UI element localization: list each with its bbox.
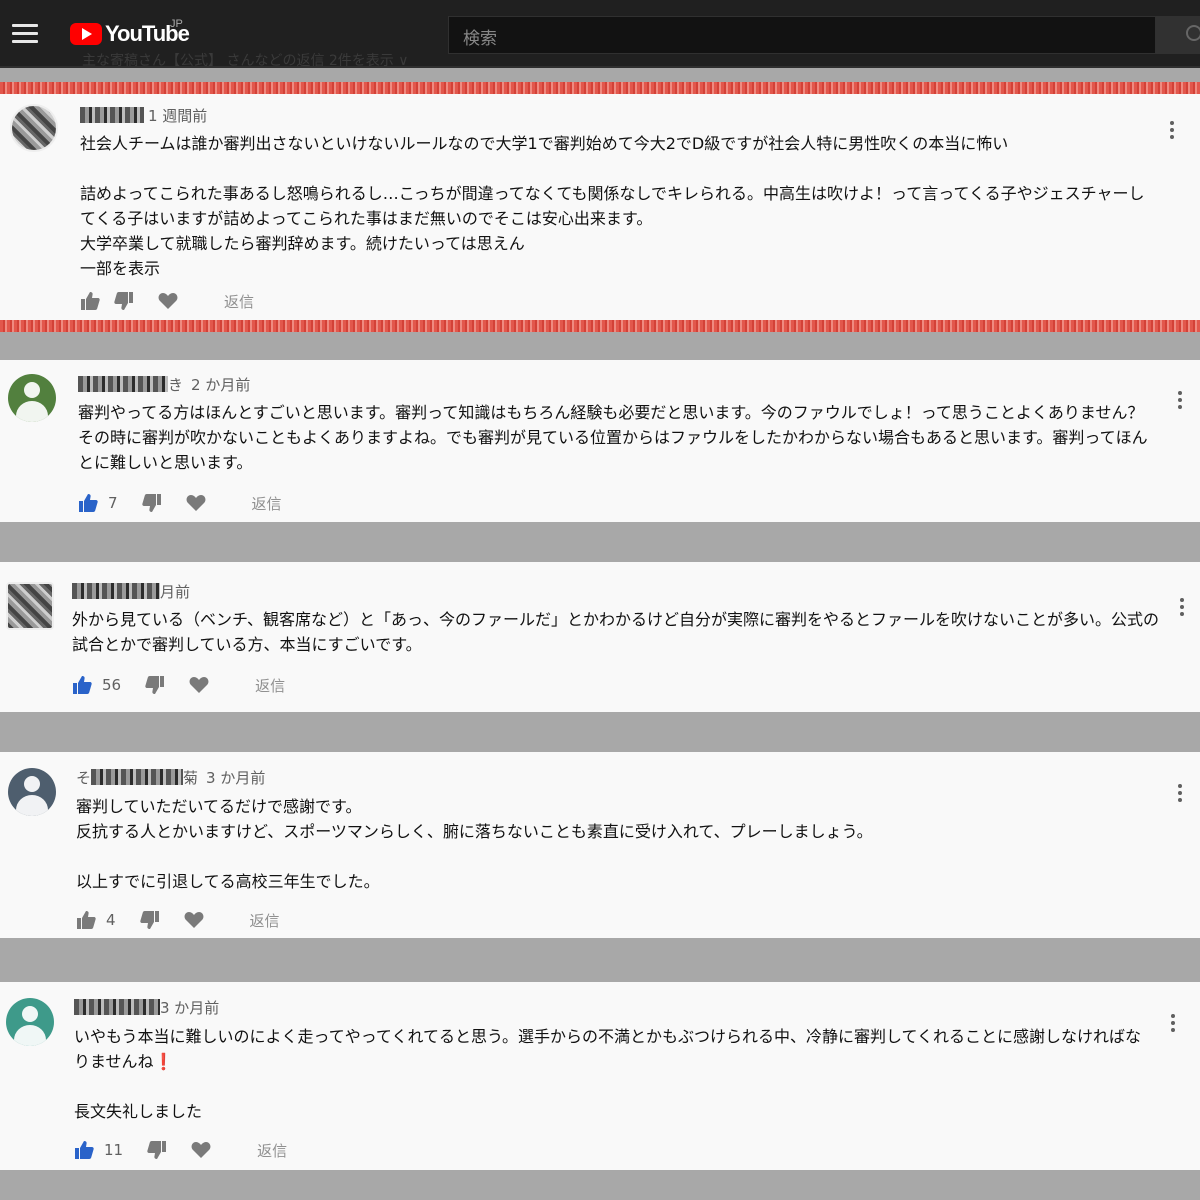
author-name-blurred[interactable] — [74, 999, 160, 1015]
author-name-head: そ — [76, 768, 92, 787]
search-input[interactable]: 検索 — [448, 16, 1156, 54]
author-name-blurred[interactable] — [91, 769, 184, 785]
comment-text: いやもう本当に難しいのによく走ってやってくれてると思う。選手からの不満とかもぶつ… — [74, 1027, 1142, 1121]
reply-button[interactable]: 返信 — [255, 675, 285, 696]
comment-thread: き 2 か月前 審判やってる方はほんとすごいと思います。審判って知識はもちろん経… — [0, 360, 1200, 522]
like-icon[interactable] — [80, 292, 100, 310]
exclamation-emoji: ❗ — [153, 1052, 174, 1071]
search-button[interactable] — [1156, 16, 1200, 54]
more-actions-icon[interactable] — [1178, 389, 1184, 411]
more-actions-icon[interactable] — [1178, 782, 1184, 804]
show-more-link[interactable]: 一部を表示 — [80, 259, 160, 278]
avatar[interactable] — [6, 998, 54, 1046]
like-count: 7 — [108, 494, 118, 512]
menu-icon[interactable] — [12, 24, 38, 44]
dislike-icon[interactable] — [141, 494, 162, 512]
like-icon[interactable] — [74, 1141, 94, 1159]
play-logo-icon — [70, 23, 102, 45]
heart-icon[interactable] — [186, 494, 206, 512]
hidden-replies-text: 主な寄稿さん【公式】 さんなどの返信 2件を表示 ∨ — [82, 53, 409, 68]
more-actions-icon[interactable] — [1171, 1012, 1177, 1034]
highlight-stripe-top — [0, 82, 1200, 94]
like-count: 4 — [106, 911, 116, 929]
author-name-tail: き — [168, 375, 184, 394]
heart-icon[interactable] — [184, 911, 204, 929]
comment-time[interactable]: 月前 — [160, 581, 190, 602]
comment-time[interactable]: 3 か月前 — [160, 997, 219, 1018]
comment-time[interactable]: 3 か月前 — [206, 767, 265, 788]
reply-button[interactable]: 返信 — [250, 910, 280, 931]
like-icon[interactable] — [76, 911, 96, 929]
dislike-icon[interactable] — [139, 911, 160, 929]
dislike-icon[interactable] — [114, 292, 134, 310]
youtube-logo[interactable]: YouTube JP — [70, 18, 190, 48]
author-name-blurred[interactable] — [80, 107, 144, 123]
like-icon[interactable] — [78, 494, 98, 512]
more-actions-icon[interactable] — [1180, 596, 1186, 618]
author-name-blurred[interactable] — [78, 376, 168, 392]
heart-icon[interactable] — [189, 676, 209, 694]
highlight-stripe-bottom — [0, 320, 1200, 332]
comment-thread: そ 菊 3 か月前 審判していただいてるだけで感謝です。 反抗する人とかいますけ… — [0, 752, 1200, 938]
heart-icon[interactable] — [191, 1141, 211, 1159]
avatar[interactable] — [6, 582, 54, 630]
avatar[interactable] — [8, 768, 56, 816]
comment-thread: 1 週間前 社会人チームは誰か審判出さないといけないルールなので大学1で審判始め… — [0, 94, 1200, 320]
comment-text: 審判やってる方はほんとすごいと思います。審判って知識はもちろん経験も必要だと思い… — [78, 403, 1148, 472]
comment-text: 外から見ている（ベンチ、観客席など）と「あっ、今のファールだ」とかわかるけど自分… — [72, 610, 1160, 654]
comment-time[interactable]: 1 週間前 — [148, 105, 207, 126]
like-count: 56 — [102, 676, 122, 694]
search-icon — [1186, 25, 1200, 41]
dislike-icon[interactable] — [147, 1141, 167, 1159]
masthead: YouTube JP 主な寄稿さん【公式】 さんなどの返信 2件を表示 ∨ 検索 — [0, 0, 1200, 68]
dislike-icon[interactable] — [145, 676, 165, 694]
reply-button[interactable]: 返信 — [252, 493, 282, 514]
avatar[interactable] — [10, 104, 58, 152]
author-name-blurred[interactable] — [72, 583, 160, 599]
comment-thread: 月前 外から見ている（ベンチ、観客席など）と「あっ、今のファールだ」とかわかるけ… — [0, 562, 1200, 712]
heart-icon[interactable] — [158, 292, 178, 310]
like-count: 11 — [104, 1141, 124, 1159]
logo-region: JP — [170, 18, 183, 30]
comment-text: 審判していただいてるだけで感謝です。 反抗する人とかいますけど、スポーツマンらし… — [76, 797, 873, 891]
like-icon[interactable] — [72, 676, 92, 694]
comment-thread: 3 か月前 いやもう本当に難しいのによく走ってやってくれてると思う。選手からの不… — [0, 982, 1200, 1170]
comment-text: 社会人チームは誰か審判出さないといけないルールなので大学1で審判始めて今大2でD… — [80, 134, 1145, 278]
reply-button[interactable]: 返信 — [224, 291, 254, 312]
more-actions-icon[interactable] — [1170, 119, 1176, 141]
author-name-tail: 菊 — [183, 768, 199, 787]
reply-button[interactable]: 返信 — [257, 1140, 287, 1161]
avatar[interactable] — [8, 374, 56, 422]
comment-time[interactable]: 2 か月前 — [191, 374, 250, 395]
